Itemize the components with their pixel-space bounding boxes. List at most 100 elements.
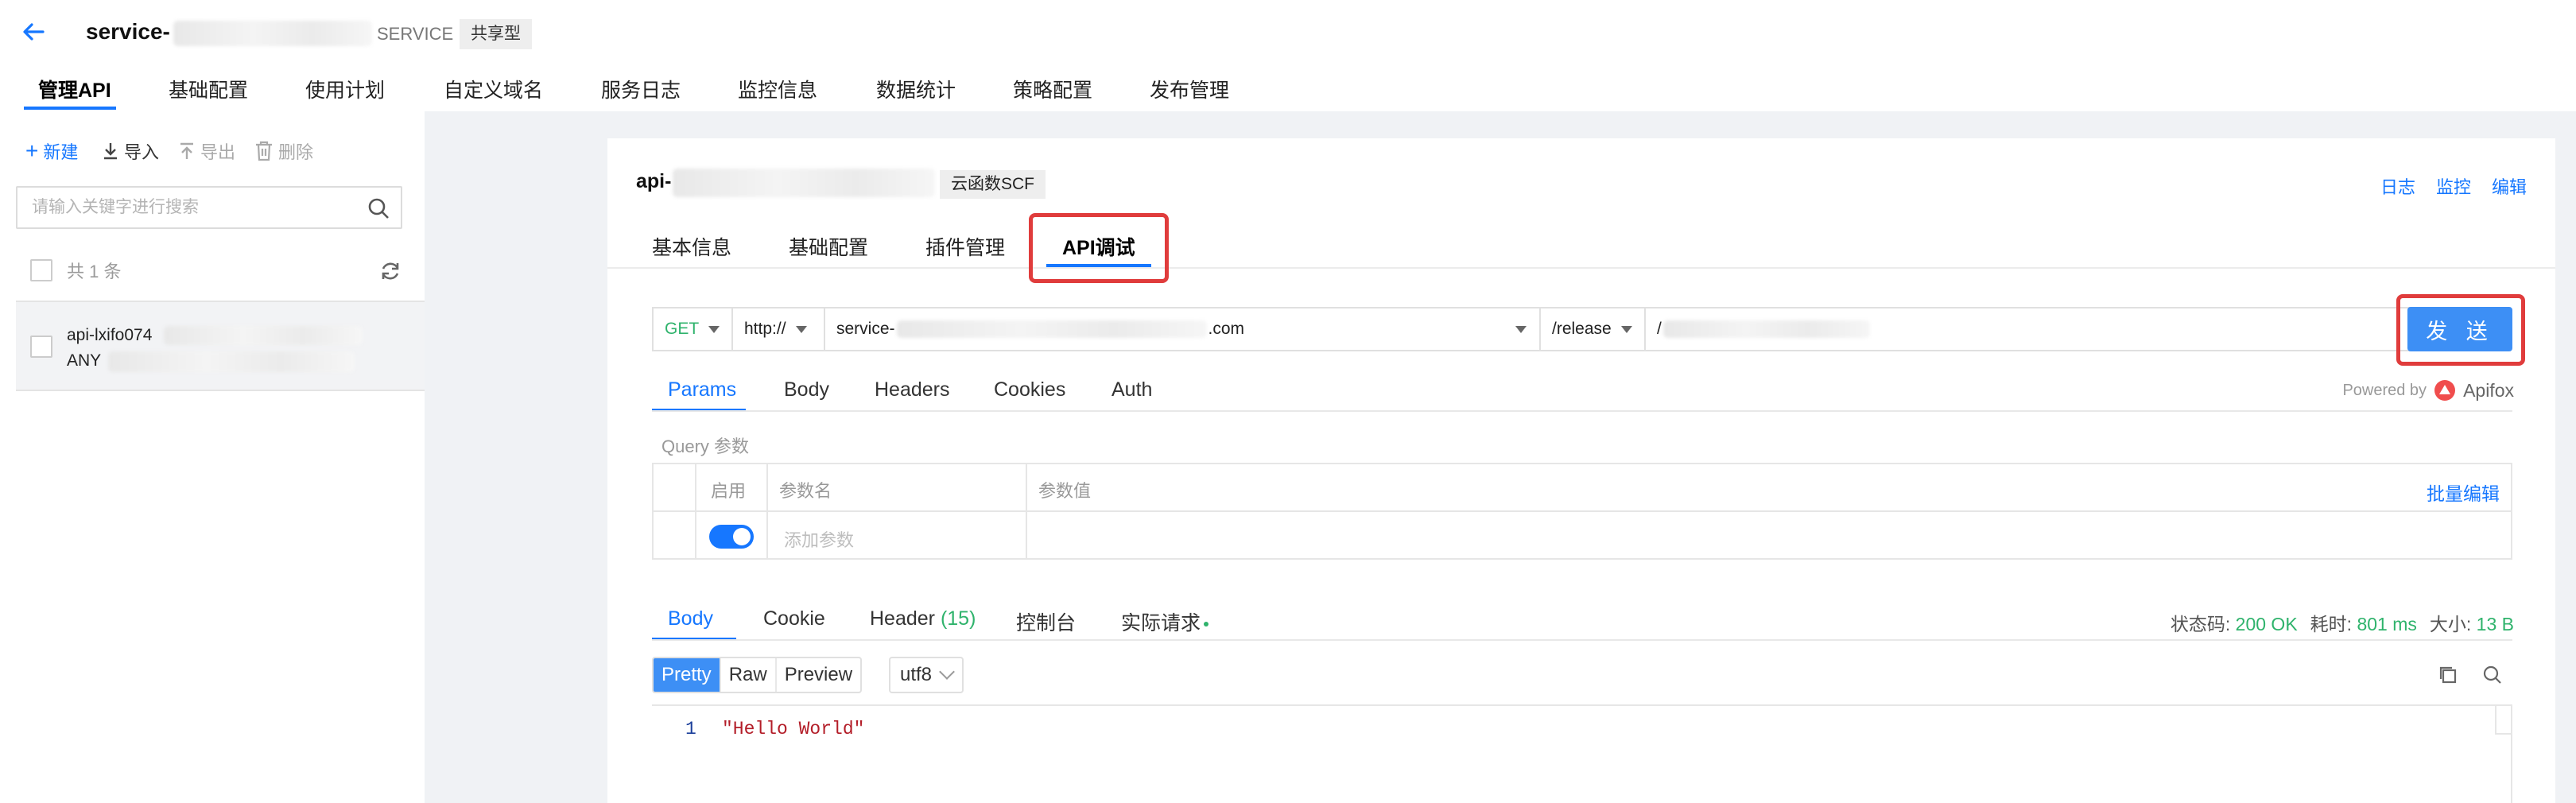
tab-service-logs[interactable]: 服务日志: [601, 75, 681, 103]
status-dot-icon: [1204, 622, 1209, 627]
response-meta: 状态码: 200 OK 耗时: 801 ms 大小: 13 B: [2171, 609, 2514, 636]
host-select[interactable]: service- .com: [825, 308, 1541, 350]
col-divider: [766, 464, 768, 560]
params-divider: [652, 410, 2512, 412]
col-value-header: 参数值: [1038, 481, 1092, 501]
size-label: 大小:: [2429, 614, 2472, 634]
monitor-link[interactable]: 监控: [2436, 173, 2471, 199]
format-toggle-group: Pretty Raw Preview: [652, 657, 863, 693]
method-select[interactable]: GET: [654, 308, 733, 350]
top-bar: service- SERVICE 共享型: [0, 0, 2576, 67]
caret-down-icon: [1620, 325, 1632, 333]
status-code: 状态码: 200 OK: [2171, 609, 2298, 636]
path-input[interactable]: /: [1646, 308, 2431, 350]
col-name-header: 参数名: [779, 481, 832, 501]
protocol-select[interactable]: http://: [733, 308, 825, 350]
backend-type-badge: 云函数SCF: [940, 170, 1046, 199]
path-prefix: /: [1657, 320, 1662, 338]
tab-response-header[interactable]: Header (15): [870, 607, 976, 630]
download-icon: [104, 143, 117, 160]
new-label: 新建: [43, 142, 79, 162]
tab-manage-api[interactable]: 管理API: [38, 75, 111, 103]
tab-basic-info[interactable]: 基本信息: [652, 232, 731, 261]
caret-down-icon: [708, 325, 720, 333]
logs-link[interactable]: 日志: [2380, 173, 2415, 199]
protocol-value: http://: [744, 320, 786, 338]
status-label: 状态码:: [2170, 614, 2231, 634]
tab-policy-config[interactable]: 策略配置: [1013, 75, 1092, 103]
actual-request-label: 实际请求: [1121, 612, 1201, 634]
query-table-header: [654, 464, 2511, 512]
api-search-input[interactable]: [17, 188, 351, 227]
header-tab-label: Header: [870, 607, 935, 630]
api-search-box: [16, 186, 402, 229]
trash-icon: [256, 141, 272, 161]
query-section-label: Query 参数: [661, 436, 750, 456]
tab-release-management[interactable]: 发布管理: [1150, 75, 1229, 103]
line-number: 1: [685, 719, 696, 739]
tab-auth[interactable]: Auth: [1111, 378, 1152, 402]
delete-label: 删除: [278, 142, 314, 162]
response-size: 大小: 13 B: [2430, 609, 2514, 636]
response-divider: [652, 639, 2512, 641]
param-enable-toggle[interactable]: [709, 525, 754, 549]
time-label: 耗时:: [2310, 614, 2353, 634]
tab-divider: [607, 267, 2555, 269]
select-all-checkbox[interactable]: [30, 259, 52, 281]
card-actions: 日志 监控 编辑: [2380, 173, 2527, 199]
host-suffix: .com: [1208, 320, 1245, 338]
back-arrow-icon[interactable]: [17, 16, 49, 48]
send-button[interactable]: 发 送: [2407, 307, 2512, 351]
elapsed-time: 耗时: 801 ms: [2310, 609, 2417, 636]
tab-headers[interactable]: Headers: [875, 378, 950, 402]
api-item-checkbox[interactable]: [30, 336, 52, 358]
copy-icon[interactable]: [2436, 663, 2460, 687]
service-suffix: SERVICE: [377, 24, 454, 44]
format-preview[interactable]: Preview: [777, 658, 860, 692]
format-raw[interactable]: Raw: [721, 658, 777, 692]
chevron-down-icon: [939, 664, 955, 680]
tab-basic-config[interactable]: 基础配置: [169, 75, 248, 103]
time-value: 801 ms: [2357, 614, 2417, 634]
tab-response-cookie[interactable]: Cookie: [763, 607, 825, 630]
tab-usage-plan[interactable]: 使用计划: [305, 75, 385, 103]
search-response-icon[interactable]: [2481, 663, 2504, 687]
tab-console[interactable]: 控制台: [1016, 607, 1076, 636]
redacted-api-path: [108, 351, 355, 372]
redacted-api-desc: [164, 326, 363, 345]
add-param-input[interactable]: 添加参数: [784, 526, 854, 552]
tab-monitoring[interactable]: 监控信息: [738, 75, 817, 103]
tab-response-body[interactable]: Body: [668, 607, 713, 630]
tab-actual-request[interactable]: 实际请求: [1121, 607, 1209, 636]
import-button[interactable]: 导入: [102, 138, 159, 164]
host-prefix: service-: [836, 320, 895, 338]
format-pretty[interactable]: Pretty: [654, 658, 721, 692]
new-api-button[interactable]: + 新建: [25, 138, 78, 164]
api-list-panel: + 新建 导入 导出 删除 共 1 条 api-lxifo074 ANY: [0, 111, 425, 803]
header-count: (15): [940, 607, 976, 630]
response-body-viewer[interactable]: 1 "Hello World": [652, 704, 2512, 803]
bulk-edit-link[interactable]: 批量编辑: [2427, 479, 2500, 506]
delete-button[interactable]: 删除: [254, 138, 313, 164]
export-button[interactable]: 导出: [178, 138, 235, 164]
tab-statistics[interactable]: 数据统计: [876, 75, 956, 103]
stage-select[interactable]: /release: [1541, 308, 1646, 350]
tab-custom-domain[interactable]: 自定义域名: [444, 75, 543, 103]
tab-params[interactable]: Params: [668, 378, 736, 402]
api-item-method: ANY: [67, 351, 102, 370]
tab-cookies[interactable]: Cookies: [994, 378, 1065, 402]
method-value: GET: [665, 320, 700, 338]
encoding-select[interactable]: utf8: [889, 657, 964, 693]
tab-plugin-management[interactable]: 插件管理: [925, 232, 1005, 261]
tab-api-debug[interactable]: API调试: [1062, 232, 1135, 261]
request-url-bar: GET http:// service- .com /release /: [652, 307, 2433, 351]
tab-body[interactable]: Body: [784, 378, 829, 402]
edit-link[interactable]: 编辑: [2492, 173, 2527, 199]
main-tab-bar: 管理API 基础配置 使用计划 自定义域名 服务日志 监控信息 数据统计 策略配…: [0, 67, 2576, 111]
tab-api-basic-config[interactable]: 基础配置: [789, 232, 868, 261]
api-title: api-: [636, 170, 672, 192]
search-icon[interactable]: [367, 197, 390, 219]
api-list-item[interactable]: api-lxifo074 ANY: [16, 301, 425, 391]
powered-by: Powered by Apifox: [2342, 378, 2514, 402]
refresh-icon[interactable]: [378, 259, 402, 283]
